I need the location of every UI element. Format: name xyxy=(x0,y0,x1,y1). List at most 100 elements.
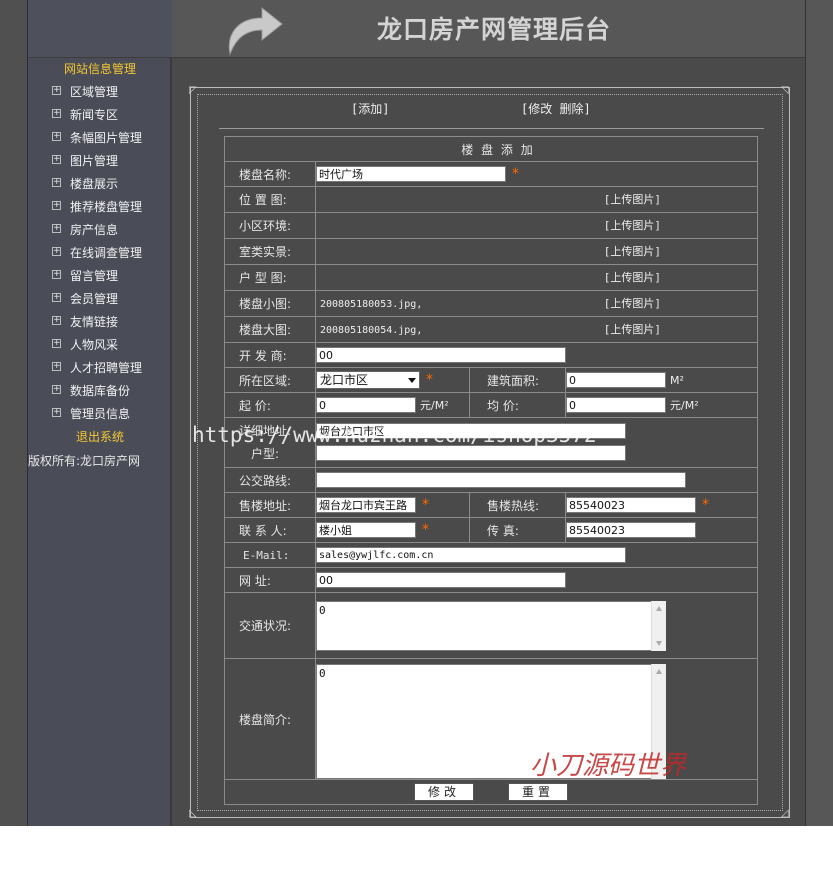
thumb-label: 楼盘小图: xyxy=(224,290,316,317)
sidebar-item-listings[interactable]: + 房产信息 xyxy=(28,219,172,242)
sidebar-item-admins[interactable]: + 管理员信息 xyxy=(28,403,172,426)
required-star: * xyxy=(422,497,429,513)
sidebar-item-properties[interactable]: + 楼盘展示 xyxy=(28,173,172,196)
sidebar-item-messages[interactable]: + 留言管理 xyxy=(28,265,172,288)
start-price-label: 起 价: xyxy=(224,392,316,418)
hotline-input[interactable]: 85540023 xyxy=(566,497,696,513)
sidebar-item-label: 新闻专区 xyxy=(70,108,119,122)
sidebar-item-label: 友情链接 xyxy=(70,315,119,329)
email-input[interactable]: sales@ywjlfc.com.cn xyxy=(316,547,626,563)
email-label: E-Mail: xyxy=(224,542,316,568)
website-label: 网 址: xyxy=(224,567,316,593)
start-price-input[interactable]: 0 xyxy=(316,397,416,413)
sidebar-item-images[interactable]: + 图片管理 xyxy=(28,150,172,173)
district-selected-value: 龙口市区 xyxy=(320,373,369,387)
traffic-textarea[interactable]: 0 xyxy=(316,600,666,651)
sidebar-item-label: 区域管理 xyxy=(70,85,119,99)
sidebar-item-label: 房产信息 xyxy=(70,223,119,237)
logout-link[interactable]: 退出系统 xyxy=(28,426,172,449)
location-map-label: 位 置 图: xyxy=(224,186,316,213)
brand-watermark: 小刀源码世界 xyxy=(530,751,687,781)
sidebar-item-label: 数据库备份 xyxy=(70,384,131,398)
bus-label: 公交路线: xyxy=(224,467,316,493)
sidebar-header xyxy=(28,0,172,58)
expand-icon[interactable]: + xyxy=(52,132,61,141)
district-select[interactable]: 龙口市区 xyxy=(316,371,420,389)
add-link[interactable]: [添加] xyxy=(351,100,389,117)
corner-ornament-icon: ◿ xyxy=(781,808,789,819)
fax-input[interactable]: 85540023 xyxy=(566,522,696,538)
contact-input[interactable]: 楼小姐 xyxy=(316,522,416,538)
expand-icon[interactable]: + xyxy=(52,224,61,233)
expand-icon[interactable]: + xyxy=(52,385,61,394)
required-star: * xyxy=(426,372,433,388)
scroll-up-icon[interactable] xyxy=(656,605,662,611)
required-star: * xyxy=(512,166,519,182)
upload-environment-link[interactable]: [上传图片] xyxy=(604,213,661,238)
form-buttons-row: 修改 重置 xyxy=(223,779,759,805)
expand-icon[interactable]: + xyxy=(52,201,61,210)
intro-label: 楼盘简介: xyxy=(224,658,316,780)
expand-icon[interactable]: + xyxy=(52,247,61,256)
sidebar-item-label: 人物风采 xyxy=(70,338,119,352)
copyright-text: 版权所有:龙口房产网 xyxy=(28,454,141,468)
sales-address-label: 售楼地址: xyxy=(224,492,316,518)
upload-interior-link[interactable]: [上传图片] xyxy=(604,239,661,264)
upload-thumb-link[interactable]: [上传图片] xyxy=(604,291,661,316)
sidebar-item-links[interactable]: + 友情链接 xyxy=(28,311,172,334)
sidebar-item-jobs[interactable]: + 人才招聘管理 xyxy=(28,357,172,380)
expand-icon[interactable]: + xyxy=(52,362,61,371)
interior-label: 室类实景: xyxy=(224,238,316,265)
expand-icon[interactable]: + xyxy=(52,178,61,187)
avg-price-input[interactable]: 0 xyxy=(566,397,666,413)
edit-delete-link[interactable]: [修改 删除] xyxy=(521,100,591,117)
sidebar-item-banner[interactable]: + 条幅图片管理 xyxy=(28,127,172,150)
property-form: 楼 盘 添 加 楼盘名称: 时代广场 * 位 置 图: [上传图片] 小区环境: … xyxy=(223,136,759,805)
reset-button[interactable]: 重置 xyxy=(508,783,568,801)
sidebar-item-recommended[interactable]: + 推荐楼盘管理 xyxy=(28,196,172,219)
sidebar-item-members[interactable]: + 会员管理 xyxy=(28,288,172,311)
sidebar-item-label: 管理员信息 xyxy=(70,407,131,421)
upload-large-image-link[interactable]: [上传图片] xyxy=(604,317,661,342)
sidebar-item-label: 条幅图片管理 xyxy=(70,131,143,145)
sidebar-item-people[interactable]: + 人物风采 xyxy=(28,334,172,357)
website-input[interactable]: 00 xyxy=(316,572,566,588)
area-label: 建筑面积: xyxy=(469,367,566,393)
expand-icon[interactable]: + xyxy=(52,109,61,118)
expand-icon[interactable]: + xyxy=(52,155,61,164)
sidebar-item-news[interactable]: + 新闻专区 xyxy=(28,104,172,127)
district-label: 所在区域: xyxy=(224,367,316,393)
expand-icon[interactable]: + xyxy=(52,86,61,95)
upload-floor-plan-link[interactable]: [上传图片] xyxy=(604,265,661,290)
scroll-down-icon[interactable] xyxy=(656,640,662,646)
divider xyxy=(219,128,764,129)
submit-button[interactable]: 修改 xyxy=(414,783,474,801)
expand-icon[interactable]: + xyxy=(52,316,61,325)
expand-icon[interactable]: + xyxy=(52,270,61,279)
property-name-input[interactable]: 时代广场 xyxy=(316,166,506,182)
expand-icon[interactable]: + xyxy=(52,408,61,417)
admin-app: 网站信息管理 + 区域管理 + 新闻专区 + 条幅图片管理 + 图片管理 + 楼盘展示 +… xyxy=(0,0,833,826)
page-header: 龙口房产网管理后台 xyxy=(172,0,805,58)
url-watermark: https://www.huzhan.com/ishop3572 xyxy=(192,423,597,447)
sidebar-item-survey[interactable]: + 在线调查管理 xyxy=(28,242,172,265)
sales-address-input[interactable]: 烟台龙口市宾王路 xyxy=(316,497,416,513)
contact-label: 联 系 人: xyxy=(224,517,316,543)
traffic-label: 交通状况: xyxy=(224,592,316,659)
fax-label: 传 真: xyxy=(469,517,566,543)
developer-label: 开 发 商: xyxy=(224,342,316,368)
sidebar-item-backup[interactable]: + 数据库备份 xyxy=(28,380,172,403)
scroll-up-icon[interactable] xyxy=(656,669,662,674)
traffic-scrollbar[interactable] xyxy=(651,600,666,651)
upload-location-map-link[interactable]: [上传图片] xyxy=(604,187,661,212)
left-edge xyxy=(0,0,28,826)
sidebar-item-label: 会员管理 xyxy=(70,292,119,306)
developer-input[interactable]: 00 xyxy=(316,347,566,363)
expand-icon[interactable]: + xyxy=(52,293,61,302)
required-star: * xyxy=(422,522,429,538)
expand-icon[interactable]: + xyxy=(52,339,61,348)
avg-price-unit: 元/M² xyxy=(670,399,699,412)
sidebar-item-region[interactable]: + 区域管理 xyxy=(28,81,172,104)
bus-route-input[interactable] xyxy=(316,472,686,488)
area-input[interactable]: 0 xyxy=(566,372,666,388)
